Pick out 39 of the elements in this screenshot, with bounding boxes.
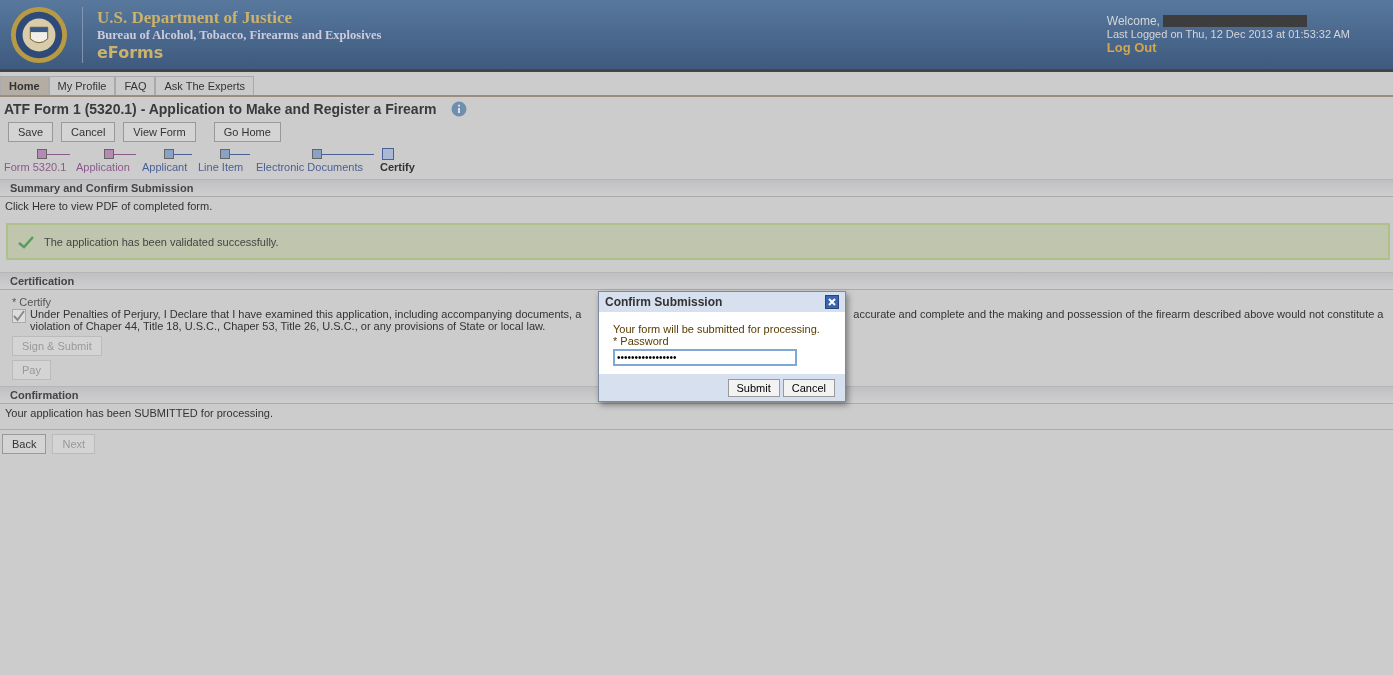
password-field[interactable]: ••••••••••••••••• [613,349,797,366]
success-text: The application has been validated successfully. [44,235,279,248]
nav-tab[interactable]: Ask The Experts [155,76,254,95]
certify-label: * Certify [12,296,52,308]
toolbar-button[interactable]: Save [8,122,54,142]
checkmark-icon [18,234,34,249]
section-header: Summary and Confirm Submission [0,179,1393,197]
certify-text: accurate and complete and the making and possession of the firearm described above would not constitute a [853,308,1384,320]
page-title: ATF Form 1 (5320.1) - Application to Make and Register a Firearm [4,101,437,117]
nav-tab[interactable]: FAQ [115,76,156,95]
step-link[interactable]: Line Item [198,161,244,173]
section-header: Certification [0,272,1393,290]
nav-tab[interactable]: My Profile [48,76,116,95]
step-link[interactable]: Electronic Documents [256,161,363,173]
password-label: * Password [613,335,669,347]
step-link[interactable]: Applicant [142,161,188,173]
welcome-text: Welcome, [1106,14,1160,28]
last-logged-text: Last Logged on Thu, 12 Dec 2013 at 01:53:32 AM [1106,28,1350,40]
nav-button[interactable]: Back [2,434,47,454]
certify-text: violation of Chaper 44, Title 18, U.S.C., Chaper 53, Title 26, U.S.C., or any provisions of State or local law. [30,320,546,332]
step-link[interactable]: Certify [380,161,415,173]
nav-tab[interactable]: Home [0,76,49,95]
close-icon[interactable] [825,295,839,309]
toolbar-button[interactable]: Go Home [213,122,281,142]
bureau-title: Bureau of Alcohol, Tobacco, Firearms and Explosives [97,27,382,43]
dialog-title: Confirm Submission [605,295,723,309]
toolbar-button[interactable]: View Form [123,122,196,142]
department-title: U.S. Department of Justice [97,7,293,28]
dialog-button[interactable]: Submit [727,379,780,397]
toolbar-button[interactable]: Cancel [61,122,116,142]
pdf-link[interactable]: Click Here to view PDF of completed form. [0,197,1393,215]
dialog-button[interactable]: Cancel [782,379,835,397]
certify-text: Under Penalties of Perjury, I Declare that I have examined this application, including accompanying documents, a [30,308,582,320]
info-icon[interactable] [450,101,467,117]
dialog-message: Your form will be submitted for processing. [613,323,820,335]
seal-logo [10,5,68,64]
certify-checkbox[interactable] [12,309,26,323]
confirmation-text: Your application has been SUBMITTED for processing. [4,406,274,421]
app-name: eForms [97,42,165,62]
